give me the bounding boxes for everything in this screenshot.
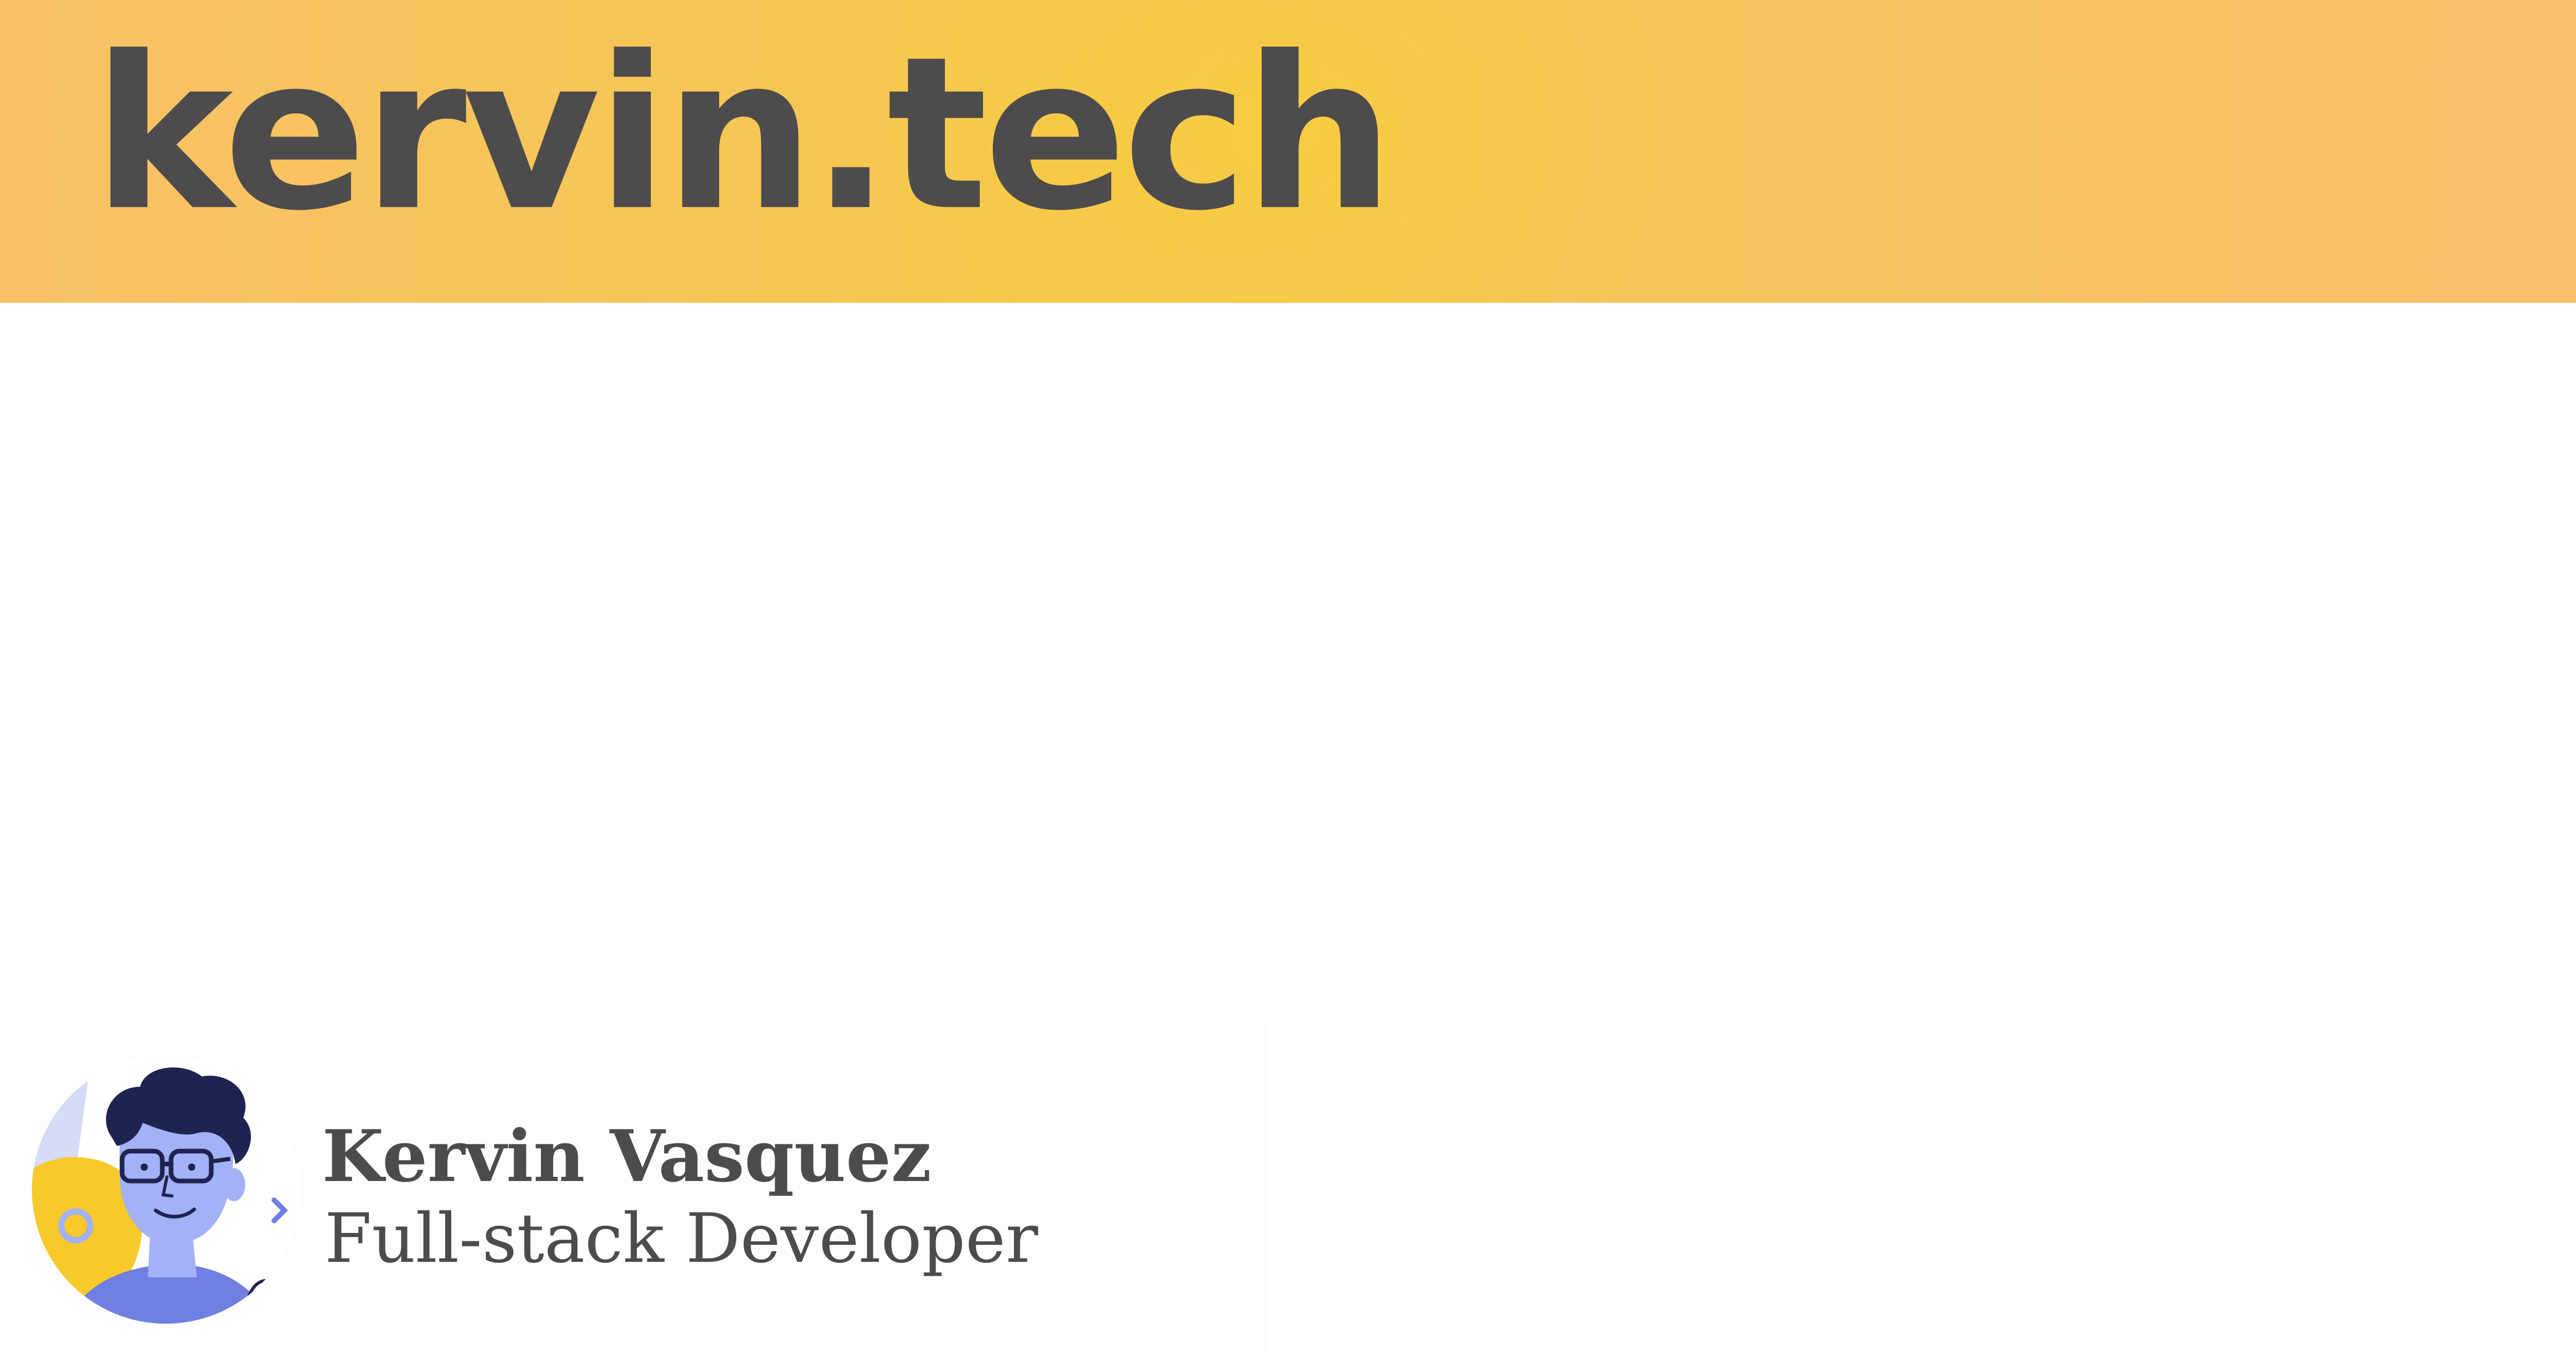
author-role: Full-stack Developer [325,1199,1039,1278]
header-banner: kervin.tech [0,0,2576,303]
author-name: Kervin Vasquez [322,1114,931,1198]
developer-avatar-icon [32,1056,300,1324]
og-card: kervin.tech Kervin Vasquez Full-stack De… [0,0,2576,1352]
site-title[interactable]: kervin.tech [93,21,1394,247]
